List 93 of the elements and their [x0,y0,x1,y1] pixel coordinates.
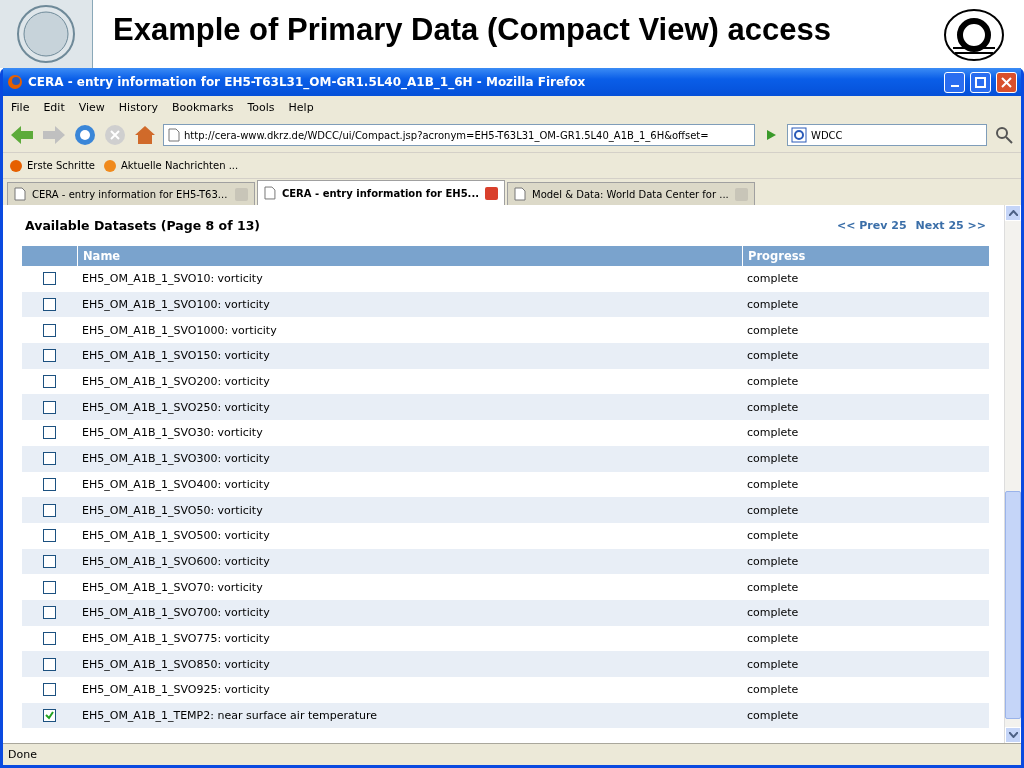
minimize-button[interactable] [944,71,965,93]
row-checkbox[interactable] [43,272,56,286]
table-cell-text: EH5_OM_A1B_1_SVO50: vorticity [81,503,264,517]
table-cell-text: complete [746,272,800,286]
page-icon [264,186,276,200]
row-checkbox[interactable] [43,452,56,466]
address-field[interactable]: http://cera-www.dkrz.de/WDCC/ui/Compact.jsp?acronym=EH5-T63L31_OM-GR1.5L40_A1B_1_6H&offset= [163,124,755,146]
row-checkbox[interactable] [43,477,56,491]
menu-item[interactable]: History [118,100,158,114]
scroll-down-icon[interactable] [1008,732,1018,738]
scrollbar-thumb[interactable] [1005,490,1021,720]
menu-item[interactable]: File [11,100,30,114]
table-cell-text: complete [746,683,800,697]
table-cell-text: complete [746,323,800,337]
maximize-icon [975,76,986,88]
table-cell-text: complete [746,606,800,620]
menu-item[interactable]: Edit [43,100,65,114]
slide-title: Example of Primary Data (Compact View) access [113,11,832,49]
table-cell-text: complete [746,529,800,543]
table-cell-text: EH5_OM_A1B_1_SVO300: vorticity [81,452,271,466]
row-checkbox[interactable] [43,298,56,312]
row-checkbox[interactable] [43,580,56,594]
bookmark-item[interactable]: Aktuelle Nachrichten ... [102,158,239,173]
table-cell-text: EH5_OM_A1B_1_SVO500: vorticity [81,529,271,543]
menu-item[interactable]: Bookmarks [172,100,234,114]
row-checkbox[interactable] [43,375,56,389]
row-checkbox[interactable] [43,631,56,645]
logo-icon [943,8,1005,62]
table-cell-text: complete [746,426,800,440]
table-cell-text: complete [746,375,800,389]
row-checkbox[interactable] [43,554,56,568]
window-title: CERA - entry information for EH5-T63L31_OM-GR1.5L40_A1B_1_6H - Mozilla Firefox [28,75,587,89]
table-cell-text: complete [746,477,800,491]
table-cell-text: EH5_OM_A1B_1_SVO30: vorticity [81,426,264,440]
page-icon [168,128,180,142]
prev-link[interactable]: << Prev 25 [837,219,907,232]
browser-tab[interactable]: CERA - entry information for EH5-T63... [7,182,255,205]
table-cell-text: EH5_OM_A1B_1_SVO150: vorticity [81,349,271,363]
table-cell-text: complete [746,554,800,568]
go-icon[interactable] [765,129,777,141]
close-button[interactable] [996,71,1017,93]
table-cell-text: complete [746,503,800,517]
row-checkbox[interactable] [43,503,56,517]
table-cell-text: EH5_OM_A1B_1_SVO400: vorticity [81,477,271,491]
row-checkbox[interactable] [43,709,56,723]
row-checkbox[interactable] [43,683,56,697]
table-cell-text: EH5_OM_A1B_1_SVO250: vorticity [81,400,271,414]
table-cell-text: EH5_OM_A1B_1_SVO925: vorticity [81,683,271,697]
table-cell-text: EH5_OM_A1B_1_SVO1000: vorticity [81,323,278,337]
row-checkbox[interactable] [43,349,56,363]
row-checkbox[interactable] [43,426,56,440]
table-cell-text: EH5_OM_A1B_1_SVO600: vorticity [81,554,271,568]
table-cell-text: EH5_OM_A1B_1_SVO10: vorticity [81,272,264,286]
table-cell-text: complete [746,400,800,414]
close-icon [1001,76,1012,88]
page-icon [14,187,26,201]
menu-item[interactable]: Help [288,100,314,114]
table-header: Name Progress [22,246,989,266]
page-icon [514,187,526,201]
row-checkbox[interactable] [43,323,56,337]
row-checkbox[interactable] [43,529,56,543]
table-cell-text: complete [746,580,800,594]
table-cell-text: complete [746,452,800,466]
table-cell-text: EH5_OM_A1B_1_SVO700: vorticity [81,606,271,620]
table-cell-text: complete [746,349,800,363]
row-checkbox[interactable] [43,606,56,620]
minimize-icon [950,85,959,87]
menu-item[interactable]: Tools [247,100,275,114]
table-cell-text: EH5_OM_A1B_1_SVO100: vorticity [81,298,271,312]
table-cell-text: complete [746,631,800,645]
table-cell-text: EH5_OM_A1B_1_SVO200: vorticity [81,375,271,389]
table-cell-text: EH5_OM_A1B_1_SVO850: vorticity [81,657,271,671]
scroll-up-icon[interactable] [1008,209,1018,216]
table-cell-text: complete [746,709,800,723]
maximize-button[interactable] [970,71,991,93]
page-heading: Available Datasets (Page 8 of 13) [25,218,261,233]
row-checkbox[interactable] [43,400,56,414]
search-field[interactable]: WDCC [787,124,987,146]
browser-tab[interactable]: Model & Data: World Data Center for ... [507,182,755,205]
status-text: Done [8,748,37,761]
table-cell-text: complete [746,657,800,671]
table-cell-text: EH5_OM_A1B_1_SVO70: vorticity [81,580,264,594]
table-cell-text: EH5_OM_A1B_1_SVO775: vorticity [81,631,271,645]
browser-tab[interactable]: CERA - entry information for EH5... [257,180,505,205]
row-checkbox[interactable] [43,657,56,671]
menu-item[interactable]: View [78,100,105,114]
table-cell-text: complete [746,298,800,312]
home-icon[interactable] [133,123,157,147]
table-cell-text: EH5_OM_A1B_1_TEMP2: near surface air temperature [81,709,379,723]
next-link[interactable]: Next 25 >> [915,219,986,232]
search-icon[interactable] [993,124,1015,146]
bookmark-item[interactable]: Erste Schritte [9,158,95,173]
reload-icon[interactable] [73,123,97,147]
